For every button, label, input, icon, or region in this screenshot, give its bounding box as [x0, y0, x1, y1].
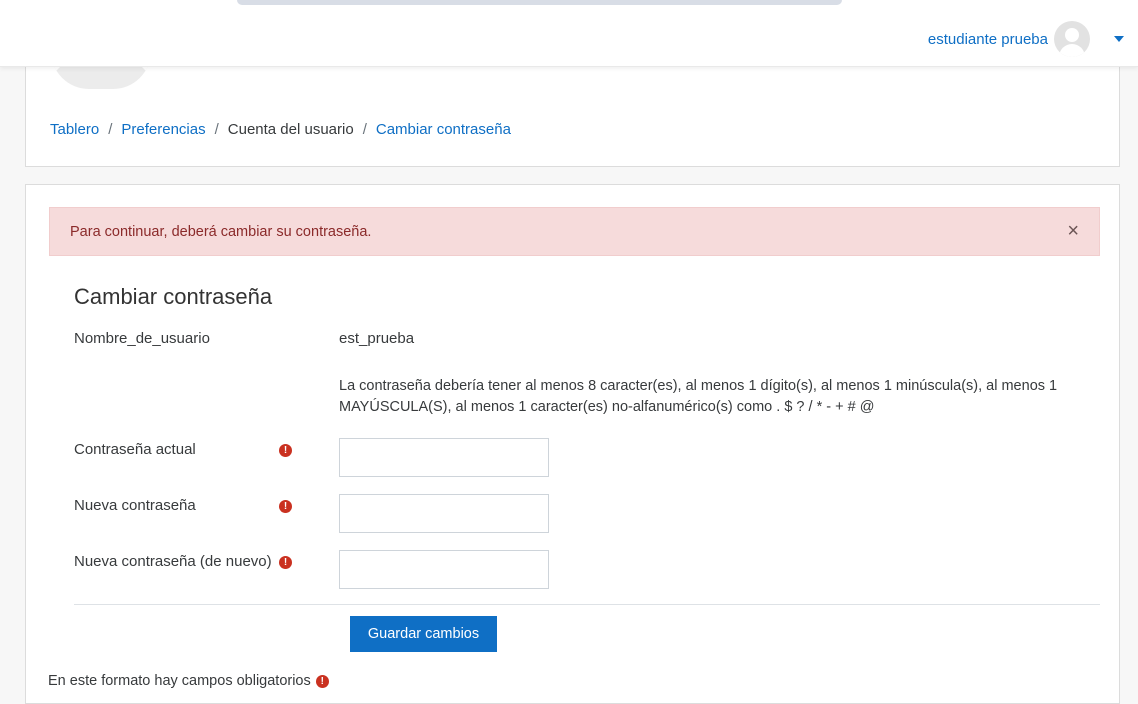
password-rules: La contraseña debería tener al menos 8 c…: [339, 378, 1058, 415]
new-password-input[interactable]: [339, 494, 549, 533]
form-title: Cambiar contraseña: [74, 284, 273, 309]
breadcrumb-separator: /: [108, 121, 113, 138]
user-name[interactable]: estudiante prueba: [928, 31, 1048, 48]
breadcrumb: Tablero / Preferencias / Cuenta del usua…: [50, 121, 511, 138]
new-password-label: Nueva contraseña: [74, 497, 196, 514]
breadcrumb-item-preferencias[interactable]: Preferencias: [121, 121, 205, 138]
page-header: Tablero / Preferencias / Cuenta del usua…: [25, 50, 1120, 167]
main-content: Para continuar, deberá cambiar su contra…: [25, 184, 1120, 704]
top-strip: [237, 0, 842, 5]
alert-text: Para continuar, deberá cambiar su contra…: [70, 223, 372, 240]
new-password-again-input[interactable]: [339, 550, 549, 589]
alert-message: Para continuar, deberá cambiar su contra…: [49, 207, 1100, 256]
close-icon[interactable]: ×: [1067, 221, 1079, 241]
username-value: est_prueba: [339, 330, 415, 347]
breadcrumb-item-tablero[interactable]: Tablero: [50, 121, 99, 138]
form-divider: [74, 604, 1100, 605]
breadcrumb-separator: /: [362, 121, 367, 138]
current-password-label: Contraseña actual: [74, 441, 196, 458]
required-icon: !: [279, 556, 292, 569]
breadcrumb-separator: /: [214, 121, 219, 138]
caret-down-icon[interactable]: [1114, 36, 1124, 42]
user-avatar-icon[interactable]: [1054, 21, 1090, 57]
required-fields-note: En este formato hay campos obligatorios …: [48, 673, 329, 689]
breadcrumb-item-cambiar-contrasena[interactable]: Cambiar contraseña: [376, 121, 511, 138]
top-navbar: estudiante prueba: [0, 0, 1138, 67]
current-password-input[interactable]: [339, 438, 549, 477]
required-icon: !: [279, 500, 292, 513]
required-icon: !: [315, 674, 329, 688]
new-password-again-label: Nueva contraseña (de nuevo): [74, 553, 272, 570]
save-button[interactable]: Guardar cambios: [350, 616, 497, 652]
required-note-text: En este formato hay campos obligatorios: [48, 673, 311, 689]
user-menu[interactable]: estudiante prueba: [928, 20, 1124, 58]
required-icon: !: [279, 444, 292, 457]
breadcrumb-item-cuenta: Cuenta del usuario: [227, 121, 354, 138]
username-label: Nombre_de_usuario: [74, 330, 210, 347]
